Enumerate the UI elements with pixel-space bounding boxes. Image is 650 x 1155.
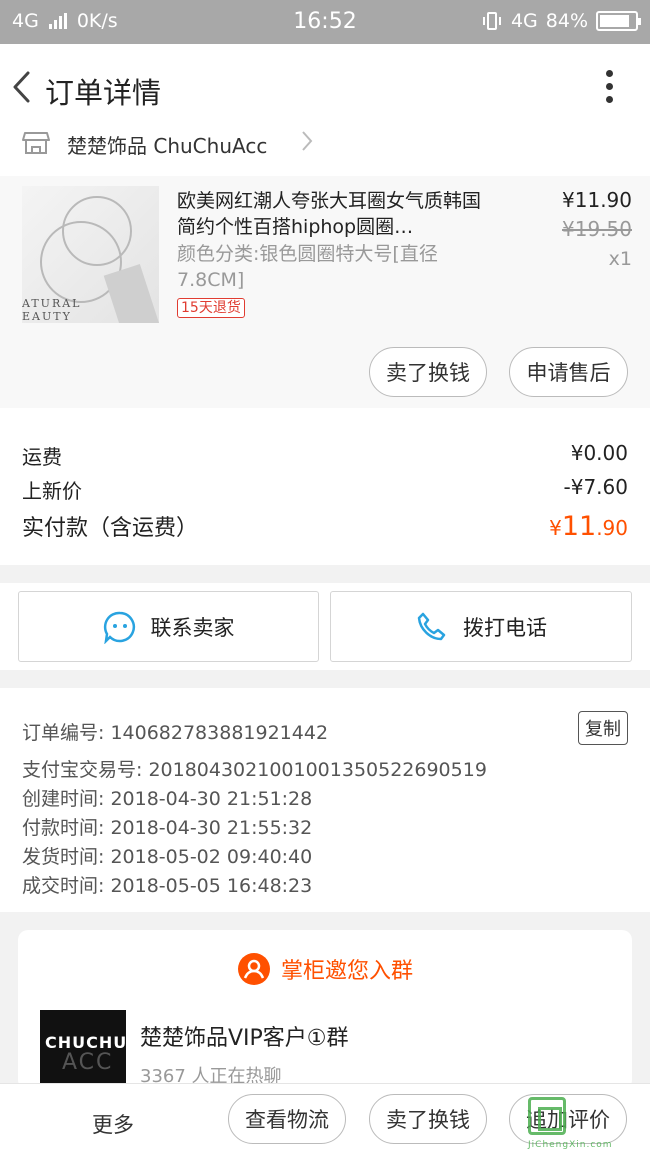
view-logistics-button[interactable]: 查看物流	[228, 1094, 346, 1144]
image-caption: ATURAL EAUTY	[22, 297, 82, 323]
status-right: 4G 84%	[481, 10, 641, 32]
product-quantity: x1	[608, 248, 632, 270]
new-price-row: 上新价 -¥7.60	[22, 475, 628, 504]
more-button[interactable]: 更多	[92, 1109, 134, 1139]
alipay-trade-number: 支付宝交易号: 2018043021001001350522690519	[22, 759, 487, 781]
contact-seller-button[interactable]: 联系卖家	[18, 591, 319, 662]
right-network-label: 4G	[510, 10, 538, 32]
phone-icon	[417, 612, 446, 640]
shop-icon	[22, 132, 50, 154]
call-phone-label: 拨打电话	[463, 615, 547, 640]
order-number: 订单编号: 140682783881921442	[22, 722, 329, 744]
back-arrow-icon[interactable]	[10, 70, 34, 104]
watermark-site: JiChengXin.com	[528, 1140, 613, 1150]
sell-exchange-button[interactable]: 卖了换钱	[369, 347, 487, 397]
new-price-value: -¥7.60	[563, 475, 628, 499]
battery-fill	[600, 15, 629, 27]
group-logo-text: CHUCHU	[45, 1033, 128, 1052]
total-decimal: .90	[596, 516, 628, 540]
battery-percent: 84%	[545, 10, 588, 32]
group-invite-label: 掌柜邀您入群	[280, 959, 413, 984]
copy-button[interactable]: 复制	[578, 711, 628, 745]
watermark-logo-icon	[528, 1097, 566, 1135]
completed-time: 成交时间: 2018-05-05 16:48:23	[22, 875, 313, 897]
return-policy-badge: 15天退货	[177, 298, 245, 318]
call-phone-button[interactable]: 拨打电话	[330, 591, 632, 662]
more-menu-icon[interactable]	[604, 70, 614, 106]
created-time: 创建时间: 2018-04-30 21:51:28	[22, 788, 313, 810]
group-name: 楚楚饰品VIP客户①群	[140, 1026, 349, 1051]
group-invite-header: 掌柜邀您入群	[18, 952, 632, 986]
group-logo: ACC CHUCHU	[40, 1010, 126, 1090]
total-integer: 11	[561, 511, 597, 542]
product-card[interactable]: ATURAL EAUTY 欧美网红潮人夸张大耳圈女气质韩国简约个性百搭hipho…	[0, 176, 650, 408]
contact-seller-label: 联系卖家	[150, 615, 235, 640]
shipping-row: 运费 ¥0.00	[22, 441, 628, 470]
product-sku: 颜色分类:银色圆圈特大号[直径7.8CM]	[177, 243, 438, 291]
shipped-time: 发货时间: 2018-05-02 09:40:40	[22, 846, 313, 868]
product-title[interactable]: 欧美网红潮人夸张大耳圈女气质韩国简约个性百搭hiphop圆圈…	[177, 188, 492, 240]
paid-time: 付款时间: 2018-04-30 21:55:32	[22, 817, 313, 839]
contact-section: 联系卖家 拨打电话	[0, 583, 650, 670]
group-logo-sub: ACC	[62, 1050, 114, 1075]
chevron-right-icon	[302, 131, 313, 151]
new-price-label: 上新价	[22, 479, 82, 503]
sell-exchange-bottom-button[interactable]: 卖了换钱	[369, 1094, 487, 1144]
product-price: ¥11.90	[562, 188, 632, 212]
page-title: 订单详情	[45, 76, 162, 110]
status-bar: 4G 0K/s 16:52 4G 84%	[0, 0, 650, 44]
shipping-value: ¥0.00	[570, 441, 628, 465]
shipping-label: 运费	[22, 445, 62, 469]
total-row: 实付款（含运费） ¥11.90	[22, 510, 628, 542]
currency-symbol: ¥	[549, 516, 562, 540]
watermark: JiChengXin.com	[528, 1097, 646, 1153]
after-sales-button[interactable]: 申请售后	[509, 347, 628, 397]
order-info: 订单编号: 140682783881921442 复制 支付宝交易号: 2018…	[0, 688, 650, 912]
product-thumbnail[interactable]: ATURAL EAUTY	[22, 186, 159, 323]
shop-row[interactable]: 楚楚饰品 ChuChuAcc	[0, 118, 650, 176]
original-price: ¥19.50	[562, 217, 632, 241]
group-chat-icon	[237, 953, 270, 985]
total-label: 实付款（含运费）	[22, 516, 199, 541]
battery-icon	[596, 11, 641, 31]
total-amount: ¥11.90	[549, 511, 628, 542]
vibrate-icon	[482, 12, 501, 30]
chat-face-icon	[103, 611, 135, 644]
shop-name: 楚楚饰品 ChuChuAcc	[67, 134, 268, 158]
group-invite-card[interactable]: 掌柜邀您入群 ACC CHUCHU 楚楚饰品VIP客户①群 3367 人正在热聊	[18, 930, 632, 1090]
paper-prop	[103, 264, 159, 323]
fee-summary: 运费 ¥0.00 上新价 -¥7.60 实付款（含运费） ¥11.90	[0, 408, 650, 565]
